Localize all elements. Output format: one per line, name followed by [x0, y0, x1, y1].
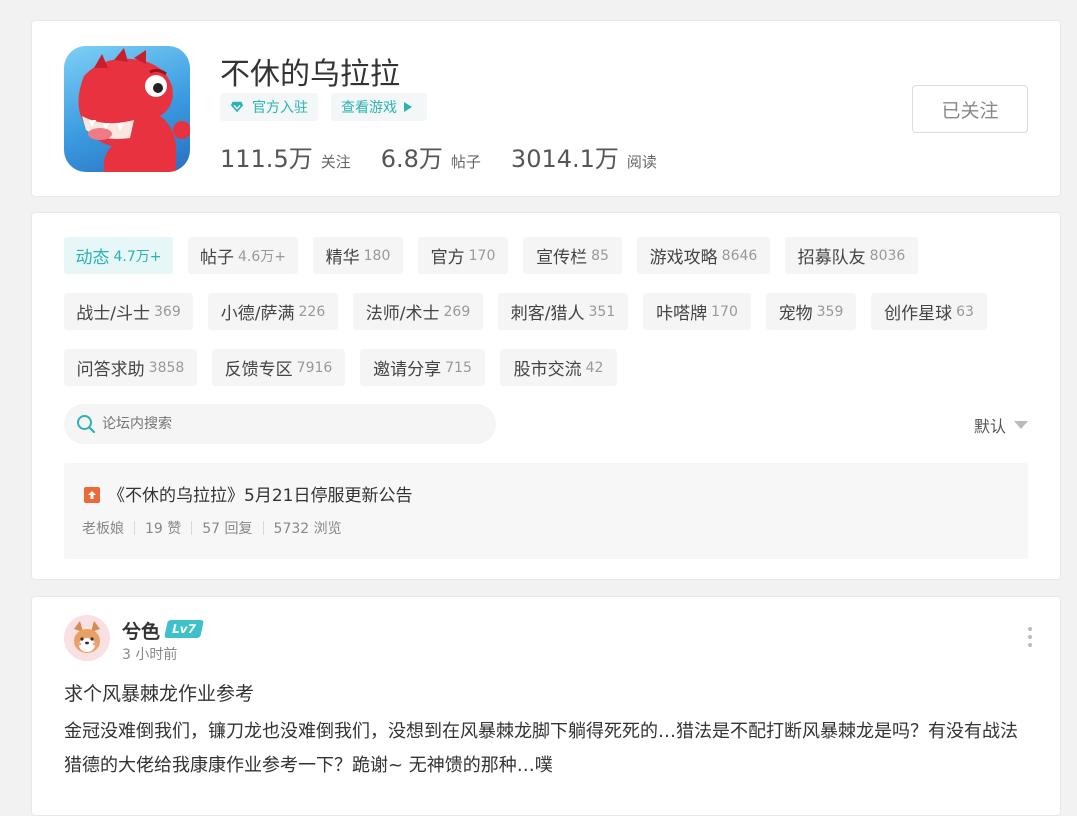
- category-tab-zhaomuduiyou[interactable]: 招募队友 8036: [785, 237, 918, 274]
- category-label: 精华: [325, 248, 360, 268]
- category-count: 269: [443, 303, 471, 320]
- category-label: 刺客/猎人: [510, 304, 585, 324]
- category-count: 715: [445, 359, 472, 376]
- view-game-link[interactable]: 查看游戏: [331, 93, 427, 121]
- notice-meta: 老板娘 19 赞 57 回复 5732 浏览: [82, 518, 342, 538]
- view-game-label: 查看游戏: [341, 100, 397, 116]
- category-label: 宣传栏: [536, 248, 588, 268]
- category-count: 226: [298, 303, 326, 320]
- notice-title[interactable]: 《不休的乌拉拉》5月21日停服更新公告: [108, 481, 412, 506]
- meta-divider: [262, 521, 264, 535]
- followers-label: 关注: [320, 153, 351, 171]
- category-count: 63: [956, 303, 974, 320]
- category-label: 小德/萨满: [220, 304, 295, 324]
- search-input[interactable]: [102, 416, 482, 432]
- category-tab-fashi[interactable]: 法师/术士 269: [353, 293, 483, 330]
- category-count: 4.6万+: [238, 248, 286, 265]
- category-count: 170: [468, 247, 496, 264]
- official-badge-label: 官方入驻: [252, 100, 308, 116]
- reads-label: 阅读: [626, 153, 657, 171]
- category-label: 反馈专区: [224, 360, 293, 380]
- category-label: 创作星球: [884, 304, 953, 324]
- category-tab-guanfang[interactable]: 官方 170: [418, 237, 508, 274]
- category-tab-yaoqingfenxiang[interactable]: 邀请分享 715: [360, 349, 485, 386]
- followers-count: 111.5万: [220, 145, 313, 173]
- diamond-icon: [230, 101, 244, 113]
- category-tab-tiezi[interactable]: 帖子 4.6万+: [188, 237, 298, 274]
- category-tab-gushijiaoliu[interactable]: 股市交流 42: [500, 349, 617, 386]
- category-label: 动态: [75, 248, 110, 268]
- forum-title: 不休的乌拉拉: [220, 57, 400, 92]
- category-tab-fankuizhuanqu[interactable]: 反馈专区 7916: [212, 349, 345, 386]
- forum-search-box[interactable]: [64, 404, 496, 444]
- category-count: 180: [363, 247, 391, 264]
- search-icon: [77, 415, 96, 434]
- notice-replies: 57 回复: [202, 521, 253, 537]
- category-count: 85: [591, 247, 609, 264]
- category-count: 3858: [148, 359, 185, 376]
- category-label: 官方: [430, 248, 465, 268]
- caret-down-icon: [1014, 421, 1028, 429]
- sort-label: 默认: [973, 417, 1006, 436]
- category-label: 法师/术士: [365, 304, 440, 324]
- notice-author[interactable]: 老板娘: [82, 518, 124, 538]
- post-username[interactable]: 兮色: [122, 617, 160, 644]
- follow-button[interactable]: 已关注: [912, 85, 1028, 133]
- category-count: 4.7万+: [113, 248, 162, 265]
- pinned-icon: [84, 487, 100, 503]
- category-count: 42: [585, 359, 604, 376]
- pinned-notice[interactable]: 《不休的乌拉拉》5月21日停服更新公告 老板娘 19 赞 57 回复 5732 …: [64, 463, 1028, 559]
- category-tab-chuangzuoxingqiu[interactable]: 创作星球 63: [871, 293, 987, 330]
- avatar[interactable]: [64, 615, 110, 661]
- posts-count: 6.8万: [380, 145, 443, 173]
- category-tab-wendaqiuzhu[interactable]: 问答求助 3858: [64, 349, 197, 386]
- category-tab-chongwu[interactable]: 宠物 359: [766, 293, 856, 330]
- category-count: 351: [588, 303, 616, 320]
- forum-panel: 动态 4.7万+ 帖子 4.6万+ 精华 180 官方 170 宣传栏 85 游戏攻略 86…: [31, 212, 1061, 580]
- category-label: 咔嗒牌: [656, 304, 708, 324]
- category-count: 7916: [296, 359, 333, 376]
- post-time: 3 小时前: [122, 647, 178, 663]
- category-label: 游戏攻略: [649, 248, 718, 268]
- category-count: 369: [154, 303, 181, 320]
- category-label: 问答求助: [76, 360, 145, 380]
- category-count: 170: [711, 303, 738, 320]
- category-tab-dongtai[interactable]: 动态 4.7万+: [64, 237, 173, 274]
- category-tab-xuanchuanlan[interactable]: 宣传栏 85: [523, 237, 622, 274]
- category-tab-jinghua[interactable]: 精华 180: [313, 237, 403, 274]
- post-title[interactable]: 求个风暴棘龙作业参考: [64, 679, 254, 706]
- reads-count: 3014.1万: [510, 145, 619, 173]
- category-label: 股市交流: [513, 360, 582, 380]
- category-label: 招募队友: [797, 248, 866, 268]
- category-count: 359: [816, 303, 844, 320]
- post-card[interactable]: 兮色 Lv7 3 小时前 求个风暴棘龙作业参考 金冠没难倒我们，镰刀龙也没难倒我…: [31, 596, 1061, 816]
- category-label: 战士/斗士: [76, 304, 150, 324]
- category-tab-cike[interactable]: 刺客/猎人 351: [498, 293, 628, 330]
- category-count: 8036: [869, 247, 906, 264]
- game-app-icon[interactable]: [64, 46, 190, 172]
- play-arrow-icon: [404, 102, 412, 112]
- category-label: 邀请分享: [373, 360, 442, 380]
- posts-label: 帖子: [450, 153, 481, 171]
- forum-header-card: 不休的乌拉拉 官方入驻 查看游戏 111.5万 关注 6.8万 帖子 3014.…: [31, 20, 1061, 197]
- level-badge: Lv7: [164, 620, 204, 638]
- category-label: 帖子: [200, 248, 234, 268]
- notice-views: 5732 浏览: [273, 521, 342, 537]
- category-count: 8646: [721, 247, 758, 264]
- category-tab-xiaode[interactable]: 小德/萨满 226: [208, 293, 338, 330]
- more-options-icon[interactable]: [1026, 627, 1034, 647]
- category-tab-zhanshi[interactable]: 战士/斗士 369: [64, 293, 193, 330]
- category-label: 宠物: [778, 304, 813, 324]
- category-tab-kadapai[interactable]: 咔嗒牌 170: [643, 293, 751, 330]
- meta-divider: [134, 521, 135, 535]
- category-tab-youxigonglve[interactable]: 游戏攻略 8646: [637, 237, 770, 274]
- meta-divider: [191, 521, 193, 535]
- official-badge: 官方入驻: [220, 93, 318, 121]
- notice-likes: 19 赞: [145, 521, 182, 537]
- forum-stats: 111.5万 关注 6.8万 帖子 3014.1万 阅读: [220, 139, 687, 174]
- post-body: 金冠没难倒我们，镰刀龙也没难倒我们，没想到在风暴棘龙脚下躺得死死的…猎法是不配打…: [64, 721, 1018, 776]
- sort-dropdown[interactable]: 默认: [974, 413, 1028, 437]
